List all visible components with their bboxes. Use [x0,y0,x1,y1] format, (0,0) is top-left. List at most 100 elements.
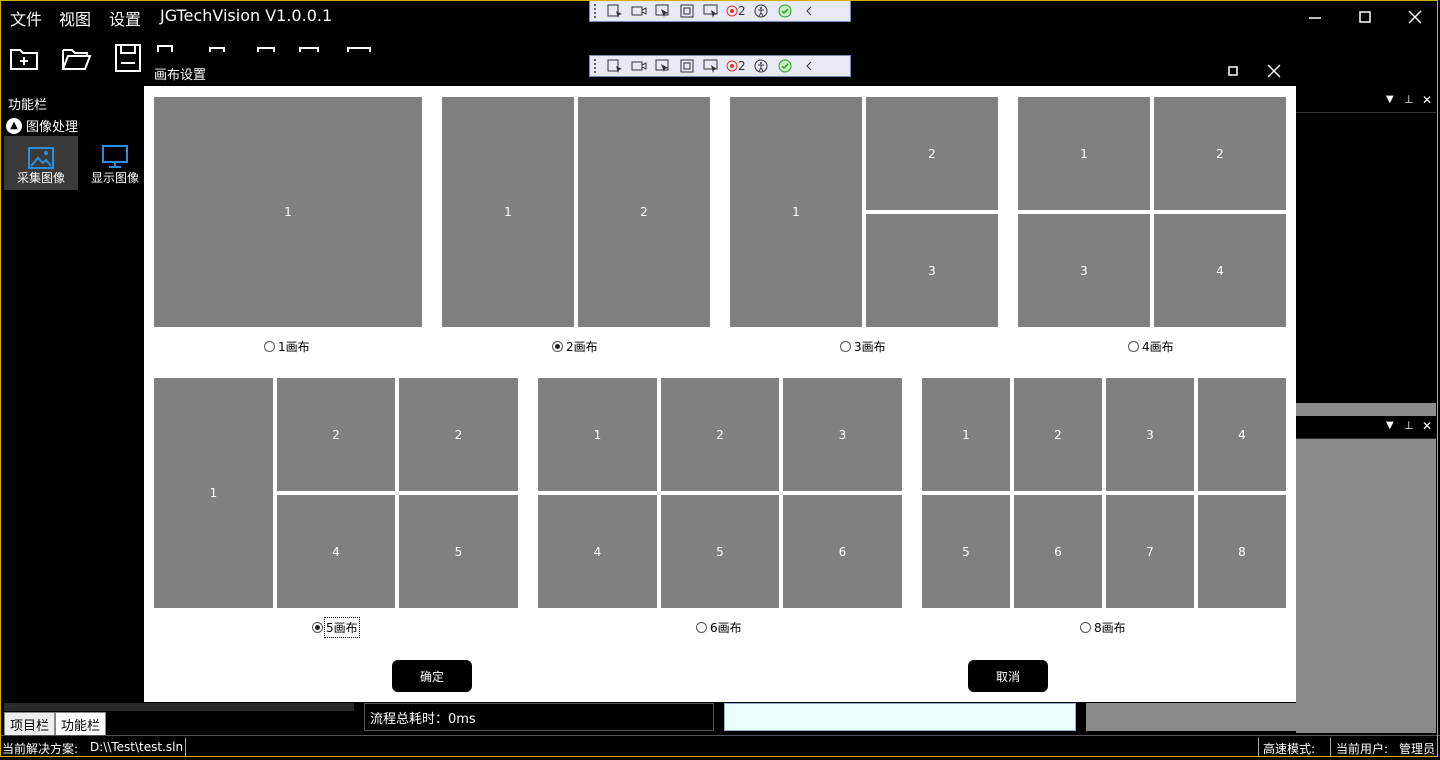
right-dock-panel [1296,90,1436,400]
canvas-cell: 3 [866,214,998,327]
option-2-canvas[interactable]: 2画布 [552,338,598,355]
canvas-cell: 2 [399,378,518,491]
radio-button-selected[interactable] [312,622,323,633]
maximize-icon [1359,11,1371,23]
radio-button[interactable] [264,341,275,352]
current-user-value: 管理员 [1399,742,1436,756]
radio-button[interactable] [1080,622,1091,633]
capture-image-tool[interactable]: 采集图像 [4,136,78,190]
radio-button[interactable] [1128,341,1139,352]
close-button[interactable] [1400,5,1430,29]
record-counter[interactable]: 2 [726,58,746,74]
log-panel [724,703,1076,731]
display-image-tool[interactable]: 显示图像 [78,136,152,190]
canvas-cell: 3 [1018,214,1150,327]
camera-icon[interactable] [630,3,648,19]
minimize-button[interactable] [1300,5,1330,29]
status-divider [185,738,186,756]
option-label: 6画布 [710,621,742,635]
drag-grip[interactable] [594,59,600,73]
record-icon [726,5,738,17]
option-8-canvas[interactable]: 8画布 [1080,619,1126,636]
floating-debug-toolbar: 2 [589,0,851,22]
main-toolbar [8,42,144,74]
tab-function[interactable]: 功能栏 [55,712,107,737]
option-label: 2画布 [566,340,598,354]
check-icon[interactable] [776,58,794,74]
canvas-cell: 8 [1198,495,1286,608]
pointer-select-icon[interactable] [654,58,672,74]
accessibility-icon[interactable] [752,58,770,74]
new-folder-icon[interactable] [8,42,40,74]
maximize-icon [1228,66,1238,76]
dialog-maximize-button[interactable] [1218,59,1248,83]
display-select-icon[interactable] [702,3,720,19]
frame-icon[interactable] [678,58,696,74]
panel-close-icon[interactable]: ✕ [1422,419,1432,433]
dialog-close-button[interactable] [1259,59,1289,83]
right-gray-panel [1296,403,1436,733]
record-counter[interactable]: 2 [726,3,746,19]
frame-icon[interactable] [678,3,696,19]
option-4-canvas[interactable]: 4画布 [1128,338,1174,355]
menu-file[interactable]: 文件 [10,6,42,30]
collapse-chevron-icon[interactable] [800,3,818,19]
option-3-canvas[interactable]: 3画布 [840,338,886,355]
record-count: 2 [738,59,746,73]
solution-label: 当前解决方案: [2,742,79,756]
collapse-chevron-icon[interactable] [800,58,818,74]
panel-close-icon[interactable]: ✕ [1422,93,1432,107]
display-select-icon[interactable] [702,58,720,74]
option-label: 5画布 [324,617,360,638]
pointer-select-icon[interactable] [654,3,672,19]
sidebar-title: 功能栏 [8,98,48,113]
option-label: 8画布 [1094,621,1126,635]
function-sidebar: 功能栏 ▲ 图像处理 采集图像 显示图像 [4,90,144,710]
cancel-button[interactable]: 取消 [968,660,1048,692]
pin-icon[interactable]: ⊥ [1404,419,1414,432]
option-label: 1画布 [278,340,310,354]
dialog-title: 画布设置 [154,68,207,83]
accessibility-icon[interactable] [752,3,770,19]
canvas-cell: 2 [578,97,710,327]
menu-view[interactable]: 视图 [59,6,91,30]
canvas-cell: 5 [922,495,1010,608]
save-icon[interactable] [112,42,144,74]
canvas-cell: 3 [1106,378,1194,491]
canvas-cell: 1 [154,378,273,608]
select-tree-icon[interactable] [606,58,624,74]
record-count: 2 [738,4,746,18]
chevron-up-icon: ▲ [6,117,22,134]
menu-settings[interactable]: 设置 [109,6,141,30]
ok-button[interactable]: 确定 [392,660,472,692]
check-icon[interactable] [776,3,794,19]
right-panel-header-2: ▼ ⊥ ✕ [1296,416,1436,439]
dropdown-icon[interactable]: ▼ [1386,420,1394,431]
drag-grip[interactable] [594,4,600,18]
open-folder-icon[interactable] [60,42,92,74]
camera-icon[interactable] [630,58,648,74]
option-1-canvas[interactable]: 1画布 [264,338,310,355]
canvas-cell: 6 [783,495,902,608]
option-5-canvas[interactable]: 5画布 [312,617,360,638]
floating-debug-toolbar-2: 2 [589,55,851,77]
tab-project[interactable]: 项目栏 [4,712,56,737]
dropdown-icon[interactable]: ▼ [1386,94,1394,105]
canvas-cell: 4 [277,495,395,608]
radio-button[interactable] [840,341,851,352]
canvas-cell: 1 [442,97,574,327]
bottom-tabs: 项目栏 功能栏 [4,712,107,737]
bottom-gray-panel [1086,703,1432,731]
image-processing-group[interactable]: ▲ 图像处理 [6,116,78,135]
radio-button[interactable] [696,622,707,633]
canvas-cell: 7 [1106,495,1194,608]
right-panel-header: ▼ ⊥ ✕ [1296,90,1436,113]
select-tree-icon[interactable] [606,3,624,19]
maximize-button[interactable] [1350,5,1380,29]
option-label: 3画布 [854,340,886,354]
pin-icon[interactable]: ⊥ [1404,93,1414,106]
canvas-cell: 1 [154,97,422,327]
radio-button-selected[interactable] [552,341,563,352]
option-6-canvas[interactable]: 6画布 [696,619,742,636]
sidebar-bottom-edge [4,703,354,711]
